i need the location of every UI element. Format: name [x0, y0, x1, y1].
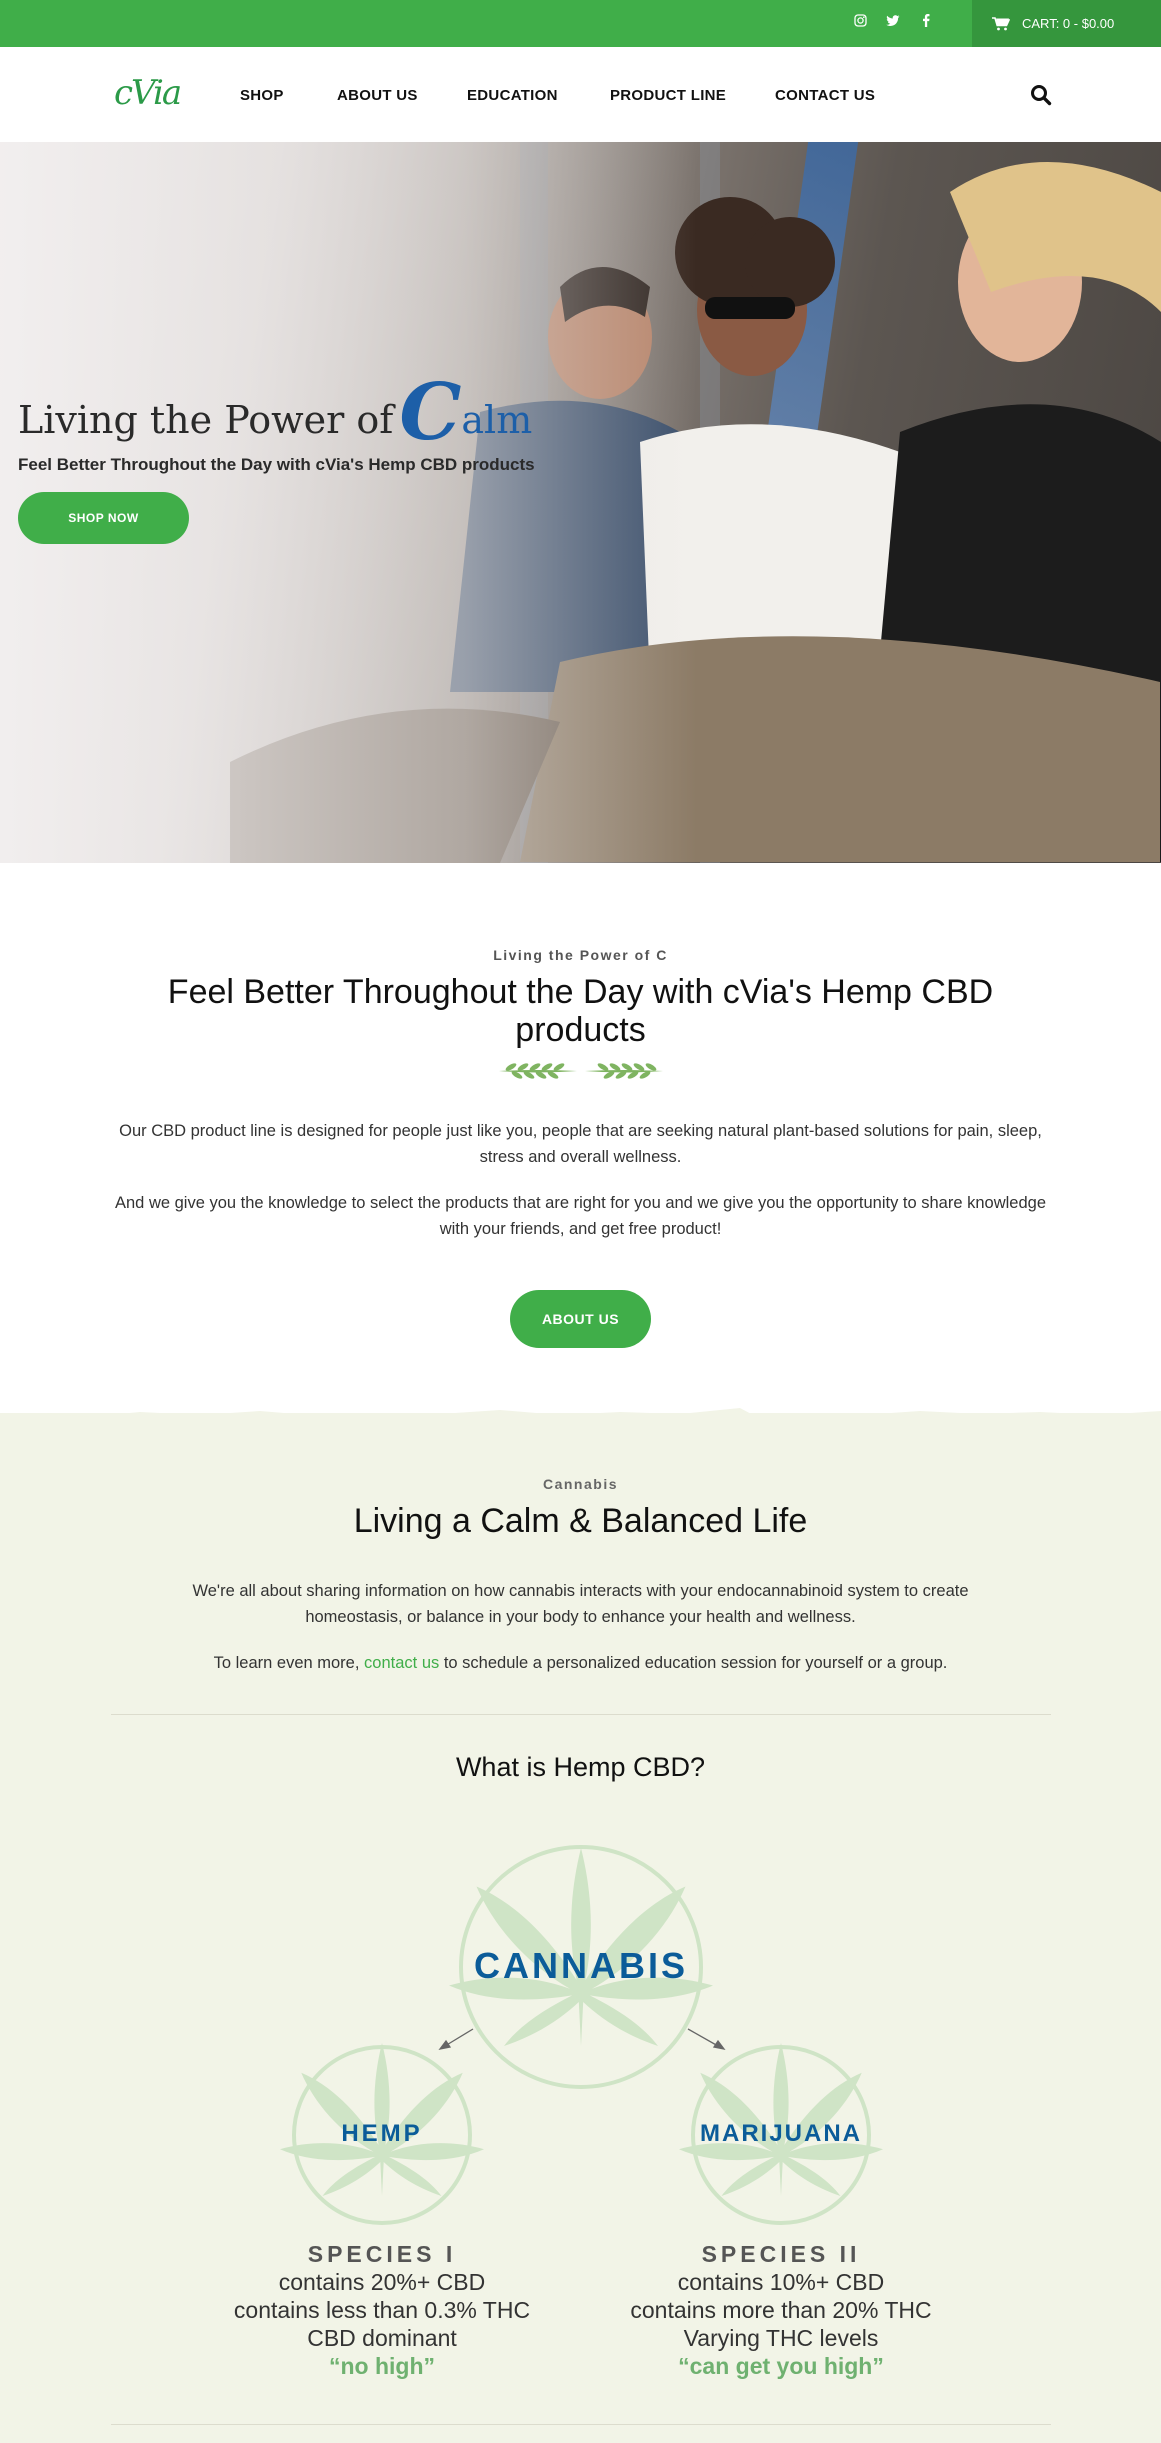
species-2-line: contains 10%+ CBD: [677, 2269, 885, 2295]
nav-item-shop[interactable]: SHOP: [240, 87, 284, 104]
section-divider: [111, 1714, 1051, 1715]
cannabis-label: CANNABIS: [473, 1945, 688, 1986]
torn-edge-divider: [0, 1408, 1161, 1428]
about-us-button[interactable]: ABOUT US: [510, 1290, 651, 1348]
cart-button[interactable]: CART: 0 - $0.00: [972, 0, 1161, 47]
cannabis-paragraph-2: To learn even more, contact us to schedu…: [160, 1650, 1001, 1676]
intro-paragraph-2: And we give you the knowledge to select …: [115, 1194, 1046, 1238]
what-is-hemp-heading: What is Hemp CBD?: [455, 1752, 706, 1782]
logo[interactable]: cVia: [114, 73, 182, 113]
hero-subtitle: Feel Better Throughout the Day with cVia…: [18, 455, 535, 474]
species-2-quote: “can get you high”: [678, 2353, 884, 2379]
top-bar: CART: 0 - $0.00: [0, 0, 1161, 47]
nav-item-education[interactable]: EDUCATION: [467, 87, 558, 104]
site-header: cVia SHOP ABOUT US EDUCATION PRODUCT LIN…: [0, 47, 1161, 142]
contact-us-link[interactable]: contact us: [364, 1654, 439, 1672]
logo-text: cVia: [114, 73, 182, 113]
intro-heading: Feel Better Throughout the Day with cVia…: [167, 973, 994, 1049]
cart-icon: [992, 16, 1010, 30]
hero-title-suffix: alm: [461, 398, 533, 442]
hero-title-c: C: [399, 367, 462, 458]
nav-item-contact-us[interactable]: CONTACT US: [775, 87, 875, 104]
cannabis-diagram: [280, 1845, 883, 2225]
species-2-line: Varying THC levels: [683, 2325, 879, 2351]
species-1-title: SPECIES I: [307, 2241, 457, 2267]
instagram-icon[interactable]: [851, 14, 869, 32]
species-1-line: contains 20%+ CBD: [278, 2269, 486, 2295]
hemp-label: HEMP: [341, 2120, 423, 2147]
species-1-card: SPECIES I contains 20%+ CBD contains les…: [212, 2241, 552, 2380]
species-2-card: SPECIES II contains 10%+ CBD contains mo…: [611, 2241, 951, 2380]
species-1-line: CBD dominant: [307, 2325, 457, 2351]
twitter-icon[interactable]: [884, 14, 902, 32]
search-icon[interactable]: [1030, 84, 1052, 106]
cannabis-eyebrow: Cannabis: [542, 1476, 618, 1492]
species-1-quote: “no high”: [328, 2353, 436, 2379]
cart-label: CART: 0 - $0.00: [1022, 16, 1115, 31]
laurel-divider-icon: [499, 1063, 663, 1079]
cannabis-heading: Living a Calm & Balanced Life: [353, 1502, 808, 1540]
species-2-line: contains more than 20% THC: [630, 2297, 932, 2323]
marijuana-label: MARIJUANA: [700, 2120, 862, 2147]
arrow-left-icon: [438, 2028, 474, 2050]
shop-now-button[interactable]: SHOP NOW: [18, 492, 189, 544]
nav-item-about-us[interactable]: ABOUT US: [337, 87, 418, 104]
hero-title: Living the Power ofCalm: [18, 367, 532, 458]
arrow-right-icon: [687, 2028, 726, 2050]
section-divider-bottom: [111, 2424, 1051, 2425]
cannabis-paragraph-2-after: to schedule a personalized education ses…: [439, 1654, 948, 1672]
facebook-icon[interactable]: [917, 14, 935, 32]
intro-eyebrow: Living the Power of C: [493, 947, 668, 963]
intro-paragraph-1: Our CBD product line is designed for peo…: [119, 1122, 1042, 1166]
species-1-line: contains less than 0.3% THC: [233, 2297, 531, 2323]
nav-item-product-line[interactable]: PRODUCT LINE: [610, 87, 726, 104]
species-2-title: SPECIES II: [701, 2241, 861, 2267]
cannabis-paragraph-2-before: To learn even more,: [213, 1654, 365, 1672]
cannabis-paragraph-1: We're all about sharing information on h…: [192, 1582, 969, 1626]
hero-banner: Living the Power ofCalm Feel Better Thro…: [0, 142, 1161, 863]
hero-title-prefix: Living the Power of: [18, 398, 394, 442]
